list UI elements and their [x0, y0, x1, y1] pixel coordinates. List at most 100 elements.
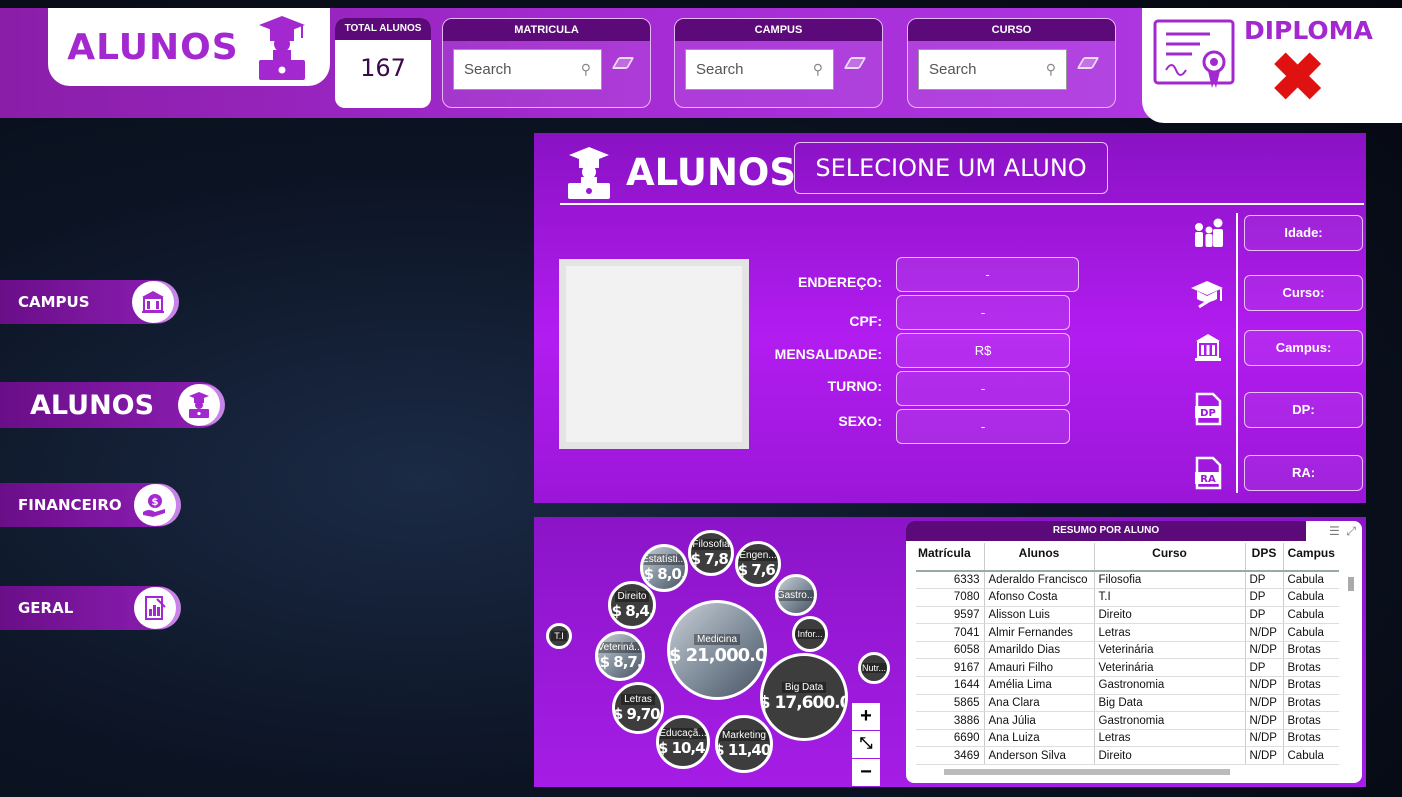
nav-geral[interactable]: GERAL: [0, 586, 180, 630]
nav-alunos[interactable]: ALUNOS: [0, 382, 224, 428]
table-row[interactable]: 9597 Alisson Luis Direito DP Cabula: [916, 606, 1339, 625]
zoom-out-button[interactable]: −: [852, 759, 880, 786]
money-hand-icon: $: [134, 484, 176, 526]
total-students-label: TOTAL ALUNOS: [335, 18, 431, 40]
col-header-dps[interactable]: DPS: [1245, 543, 1284, 572]
table-row[interactable]: 5865 Ana Clara Big Data N/DP Brotas: [916, 694, 1339, 713]
horizontal-scrollbar[interactable]: [930, 767, 1340, 777]
nav-financeiro-label: FINANCEIRO: [18, 496, 122, 514]
eraser-icon[interactable]: [1076, 57, 1100, 69]
eraser-icon[interactable]: [843, 57, 867, 69]
table-cell-campus: Brotas: [1283, 711, 1339, 730]
table-cell-dps: N/DP: [1245, 694, 1284, 713]
bubble-marketing[interactable]: Marketing R$ 11,40...: [715, 715, 773, 773]
slicer-matricula: MATRICULA Search ⚲: [442, 18, 651, 108]
table-row[interactable]: 1644 Amélia Lima Gastronomia N/DP Brotas: [916, 676, 1339, 695]
table-cell-aluno: Amarildo Dias: [984, 641, 1095, 660]
bubble-estatistica[interactable]: Estatísti... R$ 8,0...: [640, 544, 688, 592]
bubble-ti[interactable]: T.I: [546, 623, 572, 649]
ra-field: RA:: [1244, 455, 1363, 491]
slicer-campus: CAMPUS Search ⚲: [674, 18, 883, 108]
bubble-medicina[interactable]: Medicina R$ 21,000.00: [667, 600, 767, 700]
diploma-card[interactable]: DIPLOMA ✖: [1142, 8, 1402, 123]
table-cell-campus: Cabula: [1283, 606, 1339, 625]
matricula-search-input[interactable]: Search ⚲: [453, 49, 602, 90]
col-header-campus[interactable]: Campus: [1283, 543, 1339, 572]
table-cell-curso: Filosofia: [1094, 571, 1246, 590]
building-icon: [132, 281, 174, 323]
filter-icon[interactable]: ☰: [1329, 524, 1340, 538]
field-turno-label: TURNO:: [827, 378, 882, 394]
bubble-letras[interactable]: Letras R$ 9,70...: [612, 682, 664, 734]
table-cell-campus: Brotas: [1283, 694, 1339, 713]
nav-alunos-label: ALUNOS: [30, 389, 155, 421]
table-cell-matricula: 6058: [916, 641, 985, 660]
table-row[interactable]: 9167 Amauri Filho Veterinária DP Brotas: [916, 658, 1339, 678]
table-cell-curso: Veterinária: [1094, 641, 1246, 660]
table-row[interactable]: 6333 Aderaldo Francisco Filosofia DP Cabula: [916, 571, 1339, 590]
table-cell-dps: N/DP: [1245, 676, 1284, 695]
table-cell-matricula: 1644: [916, 676, 985, 695]
table-row[interactable]: 7080 Afonso Costa T.I DP Cabula: [916, 588, 1339, 607]
table-cell-dps: N/DP: [1245, 746, 1284, 766]
table-cell-campus: Brotas: [1283, 676, 1339, 695]
bubble-gastronomia[interactable]: Gastro...: [775, 574, 817, 616]
expand-icon[interactable]: ⤢: [1346, 524, 1356, 538]
slicer-curso-label: CURSO: [908, 19, 1115, 41]
eraser-icon[interactable]: [611, 57, 635, 69]
divider: [560, 203, 1364, 205]
zoom-fit-button[interactable]: ⤡: [852, 731, 880, 758]
curso-search-input[interactable]: Search ⚲: [918, 49, 1067, 90]
table-row[interactable]: 3469 Anderson Silva Direito N/DP Cabula: [916, 746, 1339, 766]
bubble-engenharia[interactable]: Engen... R$ 7,6...: [735, 541, 781, 587]
bubble-informatica[interactable]: Infor...: [792, 616, 828, 652]
table-row[interactable]: 7041 Almir Fernandes Letras N/DP Cabula: [916, 623, 1339, 642]
table-row[interactable]: 3886 Ana Júlia Gastronomia N/DP Brotas: [916, 711, 1339, 730]
vertical-scrollbar[interactable]: [1346, 569, 1356, 769]
table-row[interactable]: 6690 Ana Luiza Letras N/DP Brotas: [916, 729, 1339, 748]
table-body: 6333 Aderaldo Francisco Filosofia DP Cabula 7…: [916, 571, 1339, 766]
col-header-matricula[interactable]: Matrícula: [916, 543, 985, 572]
field-cpf-label: CPF:: [849, 313, 882, 329]
zoom-controls: + ⤡ −: [852, 703, 882, 787]
bubble-veterinaria[interactable]: Veteriná... R$ 8,7...: [595, 631, 645, 681]
table-cell-campus: Cabula: [1283, 623, 1339, 642]
bubble-nutricao[interactable]: Nutr...: [858, 652, 890, 684]
field-sexo-value: -: [896, 409, 1070, 444]
zoom-in-button[interactable]: +: [852, 703, 880, 730]
campus-search-input[interactable]: Search ⚲: [685, 49, 834, 90]
bubble-educacao[interactable]: Educaçã... R$ 10,4...: [656, 715, 710, 769]
nav-campus[interactable]: CAMPUS: [0, 280, 178, 324]
table-cell-matricula: 3886: [916, 711, 985, 730]
table-cell-curso: Veterinária: [1094, 658, 1246, 678]
table-cell-curso: T.I: [1094, 588, 1246, 607]
svg-text:RA: RA: [1200, 474, 1216, 485]
student-card-title: ALUNOS: [626, 151, 797, 194]
ra-file-icon: RA: [1190, 455, 1226, 491]
student-icon: [258, 16, 305, 80]
table-cell-dps: N/DP: [1245, 623, 1284, 642]
table-cell-aluno: Almir Fernandes: [984, 623, 1095, 642]
bubble-chart-card: Medicina R$ 21,000.00 Big Data R$ 17,600…: [534, 517, 1366, 787]
bubble-direito[interactable]: Direito R$ 8,4...: [608, 581, 656, 629]
table-title: RESUMO POR ALUNO: [906, 521, 1306, 541]
col-header-alunos[interactable]: Alunos: [984, 543, 1095, 572]
col-header-curso[interactable]: Curso: [1094, 543, 1246, 572]
table-header-row: Matrícula Alunos Curso DPS Campus: [916, 543, 1339, 572]
table-cell-dps: N/DP: [1245, 729, 1284, 748]
search-icon: ⚲: [1045, 61, 1056, 77]
field-endereco-value: -: [896, 257, 1079, 292]
table-cell-curso: Letras: [1094, 729, 1246, 748]
table-row[interactable]: 6058 Amarildo Dias Veterinária N/DP Brotas: [916, 641, 1339, 660]
bubble-filosofia[interactable]: Filosofia R$ 7,8...: [688, 530, 734, 576]
slicer-campus-label: CAMPUS: [675, 19, 882, 41]
nav-financeiro[interactable]: FINANCEIRO $: [0, 483, 180, 527]
field-endereco-label: ENDEREÇO:: [797, 274, 882, 290]
family-icon: [1190, 215, 1226, 251]
table-cell-campus: Brotas: [1283, 729, 1339, 748]
bubble-big-data[interactable]: Big Data R$ 17,600.00: [760, 653, 848, 741]
student-icon: [568, 147, 610, 199]
summary-table: Matrícula Alunos Curso DPS Campus 6333 Ad…: [916, 543, 1339, 766]
select-student-button[interactable]: SELECIONE UM ALUNO: [794, 142, 1108, 194]
table-cell-matricula: 7080: [916, 588, 985, 607]
